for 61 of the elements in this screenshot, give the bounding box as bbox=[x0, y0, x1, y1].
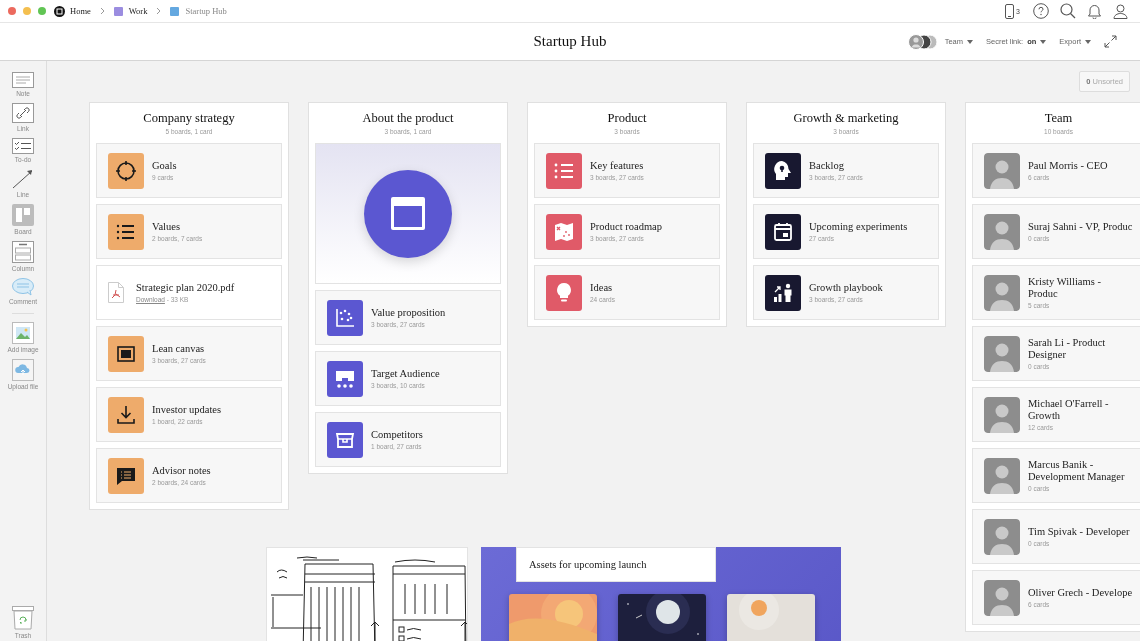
person-name: Suraj Sahni - VP, Produc bbox=[1028, 220, 1133, 234]
person-name: Paul Morris - CEO bbox=[1028, 159, 1108, 173]
pdf-file-icon bbox=[108, 282, 124, 303]
person-name: Oliver Grech - Develope bbox=[1028, 586, 1133, 600]
board-name: Goals bbox=[152, 159, 177, 173]
chevron-icon bbox=[99, 7, 105, 15]
person-name: Marcus Banik - Development Manager bbox=[1028, 458, 1126, 484]
column-title: Growth & marketing bbox=[792, 111, 900, 126]
board-name: Investor updates bbox=[152, 403, 222, 417]
person-name: Michael O'Farrell - Growth bbox=[1028, 397, 1110, 423]
board-name: Backlog bbox=[809, 159, 845, 173]
board-name: Competitors bbox=[371, 428, 423, 442]
board-icon bbox=[170, 6, 180, 16]
board-name: Value proposition bbox=[371, 306, 446, 320]
avatar-placeholder bbox=[984, 457, 1020, 494]
board-name: Product roadmap bbox=[590, 220, 663, 234]
column-title: Product bbox=[606, 111, 648, 126]
breadcrumb-link[interactable]: Home bbox=[70, 6, 91, 16]
avatar-placeholder bbox=[984, 579, 1020, 616]
column-title: About the product bbox=[361, 111, 455, 126]
board-name: Advisor notes bbox=[152, 464, 211, 478]
board-name: Ideas bbox=[590, 281, 614, 295]
breadcrumb-link[interactable]: Work bbox=[128, 6, 148, 16]
sketch-drawing[interactable] bbox=[266, 547, 468, 641]
breadcrumb-link[interactable]: Startup Hub bbox=[185, 6, 227, 16]
close-window-button[interactable] bbox=[8, 7, 16, 15]
avatar-stack[interactable] bbox=[907, 33, 938, 50]
board-name: Target Audience bbox=[371, 367, 440, 381]
board-title: Startup Hub bbox=[533, 33, 607, 50]
person-name: Kristy Williams - Produc bbox=[1028, 275, 1102, 301]
caret-icon bbox=[1085, 39, 1091, 44]
column-title: Company strategy bbox=[142, 111, 236, 126]
assets-title: Assets for upcoming launch bbox=[516, 547, 716, 582]
phone-icon[interactable] bbox=[1005, 3, 1015, 19]
help-icon[interactable] bbox=[1033, 3, 1049, 19]
caret-icon bbox=[1040, 39, 1047, 44]
avatar-placeholder bbox=[984, 518, 1020, 555]
chevron-icon bbox=[156, 7, 162, 15]
avatar-placeholder bbox=[984, 274, 1020, 311]
board-name: Growth playbook bbox=[809, 281, 883, 295]
avatar-placeholder bbox=[984, 213, 1020, 250]
expand-icon[interactable] bbox=[1104, 35, 1117, 48]
person-name: Tim Spivak - Developer bbox=[1028, 525, 1130, 539]
cover-image[interactable] bbox=[315, 143, 501, 284]
user-icon[interactable] bbox=[1113, 3, 1128, 19]
logo-icon bbox=[54, 5, 65, 17]
avatar-placeholder bbox=[984, 152, 1020, 189]
avatar-placeholder bbox=[984, 335, 1020, 372]
caret-icon bbox=[967, 39, 974, 44]
bell-icon[interactable] bbox=[1087, 3, 1102, 19]
column-title: Team bbox=[1043, 111, 1074, 126]
assets-board[interactable]: Assets for upcoming launch bbox=[481, 547, 841, 641]
board-icon bbox=[113, 6, 123, 16]
avatar-placeholder bbox=[984, 396, 1020, 433]
board-name: Upcoming experiments bbox=[809, 220, 908, 234]
file-name: Strategic plan 2020.pdf bbox=[136, 281, 235, 295]
person-name: Sarah Li - Product Designer bbox=[1028, 336, 1107, 362]
board-name: Lean canvas bbox=[152, 342, 206, 356]
board-name: Key features bbox=[590, 159, 644, 173]
search-icon[interactable] bbox=[1060, 3, 1076, 19]
board-name: Values bbox=[152, 220, 181, 234]
